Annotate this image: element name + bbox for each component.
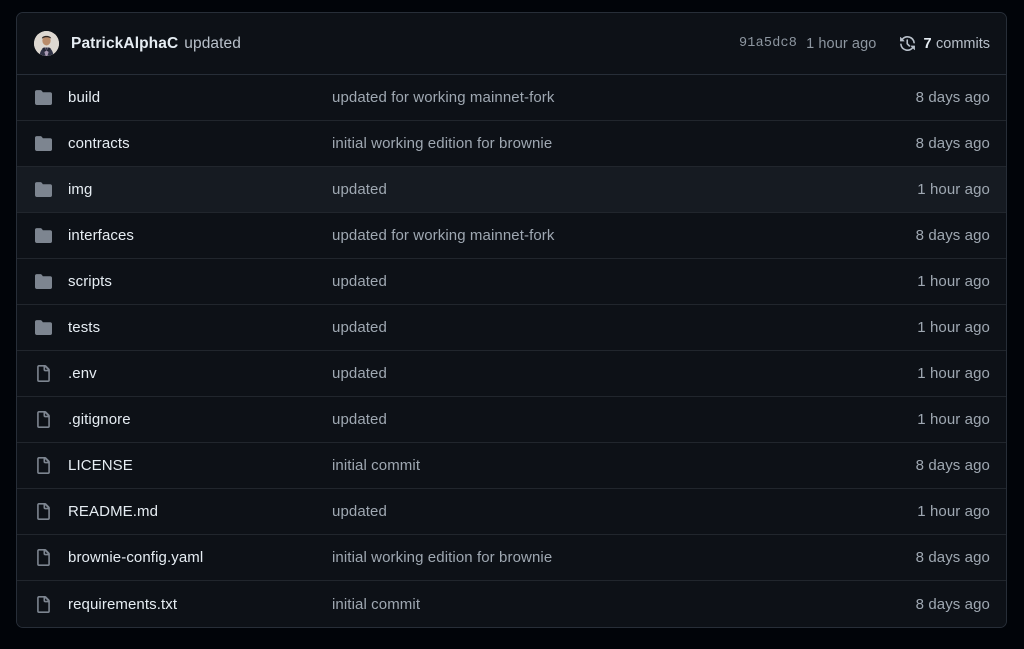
file-commit-message[interactable]: initial working edition for brownie: [332, 135, 916, 152]
commit-sha[interactable]: 91a5dc8: [739, 36, 797, 51]
commit-author[interactable]: PatrickAlphaC: [71, 35, 178, 53]
file-commit-time: 8 days ago: [915, 89, 990, 106]
file-name-link[interactable]: LICENSE: [68, 457, 332, 474]
file-row[interactable]: README.md updated 1 hour ago: [17, 489, 1006, 535]
file-row[interactable]: requirements.txt initial commit 8 days ago: [17, 581, 1006, 627]
folder-icon: [34, 135, 52, 153]
file-commit-message[interactable]: updated: [332, 319, 917, 336]
file-commit-message[interactable]: initial commit: [332, 457, 916, 474]
repository-file-table: PatrickAlphaC updated 91a5dc8 1 hour ago…: [16, 12, 1007, 628]
file-icon: [34, 549, 52, 567]
file-row[interactable]: img updated 1 hour ago: [17, 167, 1006, 213]
file-name-link[interactable]: contracts: [68, 135, 332, 152]
file-name-link[interactable]: brownie-config.yaml: [68, 549, 332, 566]
file-row[interactable]: interfaces updated for working mainnet-fo…: [17, 213, 1006, 259]
file-commit-time: 8 days ago: [915, 595, 990, 613]
file-name-link[interactable]: scripts: [68, 273, 332, 290]
file-commit-message[interactable]: initial working edition for brownie: [332, 549, 916, 566]
file-row[interactable]: LICENSE initial commit 8 days ago: [17, 443, 1006, 489]
file-commit-time: 8 days ago: [915, 135, 990, 152]
file-name-link[interactable]: interfaces: [68, 227, 332, 244]
file-row[interactable]: tests updated 1 hour ago: [17, 305, 1006, 351]
folder-icon: [34, 273, 52, 291]
file-commit-message[interactable]: updated: [332, 411, 917, 428]
file-row[interactable]: build updated for working mainnet-fork 8 d…: [17, 75, 1006, 121]
file-commit-message[interactable]: initial commit: [332, 596, 916, 613]
commits-count: 7: [923, 35, 932, 52]
file-name-link[interactable]: build: [68, 89, 332, 106]
file-name-link[interactable]: .gitignore: [68, 411, 332, 428]
file-commit-message[interactable]: updated: [332, 365, 917, 382]
file-icon: [34, 457, 52, 475]
latest-commit-bar: PatrickAlphaC updated 91a5dc8 1 hour ago…: [17, 13, 1006, 75]
file-name-link[interactable]: .env: [68, 365, 332, 382]
avatar[interactable]: [34, 31, 59, 56]
file-row[interactable]: .env updated 1 hour ago: [17, 351, 1006, 397]
folder-icon: [34, 319, 52, 337]
file-list: build updated for working mainnet-fork 8 d…: [17, 75, 1006, 627]
file-commit-time: 8 days ago: [915, 457, 990, 474]
file-commit-message[interactable]: updated: [332, 273, 917, 290]
file-commit-message[interactable]: updated: [332, 503, 917, 520]
file-icon: [34, 411, 52, 429]
file-row[interactable]: scripts updated 1 hour ago: [17, 259, 1006, 305]
commits-history-link[interactable]: 7 commits: [899, 35, 990, 52]
file-name-link[interactable]: img: [68, 181, 332, 198]
folder-icon: [34, 89, 52, 107]
folder-icon: [34, 181, 52, 199]
commit-relative-time: 1 hour ago: [806, 35, 877, 52]
file-name-link[interactable]: tests: [68, 319, 332, 336]
file-commit-time: 1 hour ago: [917, 273, 990, 290]
file-commit-time: 1 hour ago: [917, 365, 990, 382]
commits-label: commits: [936, 35, 990, 52]
file-row[interactable]: brownie-config.yaml initial working editi…: [17, 535, 1006, 581]
file-commit-time: 1 hour ago: [917, 181, 990, 198]
file-commit-message[interactable]: updated for working mainnet-fork: [332, 227, 916, 244]
file-commit-time: 8 days ago: [915, 549, 990, 566]
file-commit-time: 8 days ago: [915, 227, 990, 244]
history-icon: [899, 35, 916, 52]
file-row[interactable]: .gitignore updated 1 hour ago: [17, 397, 1006, 443]
file-commit-time: 1 hour ago: [917, 503, 990, 520]
commit-message[interactable]: updated: [184, 35, 241, 53]
file-name-link[interactable]: README.md: [68, 503, 332, 520]
file-icon: [34, 365, 52, 383]
file-icon: [34, 503, 52, 521]
file-commit-message[interactable]: updated for working mainnet-fork: [332, 89, 916, 106]
file-icon: [34, 595, 52, 613]
page-root: PatrickAlphaC updated 91a5dc8 1 hour ago…: [0, 0, 1024, 649]
file-commit-time: 1 hour ago: [917, 411, 990, 428]
file-commit-time: 1 hour ago: [917, 319, 990, 336]
folder-icon: [34, 227, 52, 245]
file-commit-message[interactable]: updated: [332, 181, 917, 198]
file-row[interactable]: contracts initial working edition for bro…: [17, 121, 1006, 167]
file-name-link[interactable]: requirements.txt: [68, 596, 332, 613]
commit-meta: 91a5dc8 1 hour ago 7 commits: [739, 35, 990, 52]
